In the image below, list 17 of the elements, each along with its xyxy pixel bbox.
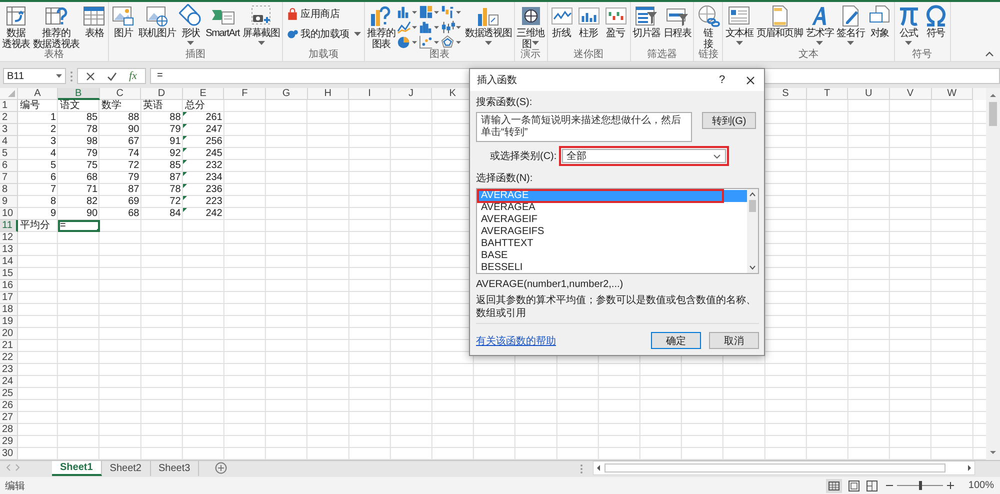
group-label: 插图 [186,49,206,60]
category-label: 或选择类别(C): [490,150,557,163]
group-label: 迷你图 [574,49,604,60]
function-description: 返回其参数的算术平均值；参数可以是数值或包含数值的名称、数组或引用 [476,294,757,320]
group-label: 加载项 [308,49,338,60]
group-label: 表格 [44,49,64,60]
group-label: 演示 [520,49,541,60]
group-label: 链接 [698,49,718,60]
search-label: 搜索函数(S): [476,96,534,109]
group-label: 符号 [912,49,932,60]
group-label: 图表 [429,49,450,60]
group-label: 筛选器 [646,49,677,60]
status-text: 编辑 [5,480,26,492]
dialog-title: 插入函数 [477,74,518,87]
function-signature: AVERAGE(number1,number2,...) [476,279,624,290]
group-label: 文本 [798,49,818,60]
function-label: 选择函数(N): [476,172,534,185]
